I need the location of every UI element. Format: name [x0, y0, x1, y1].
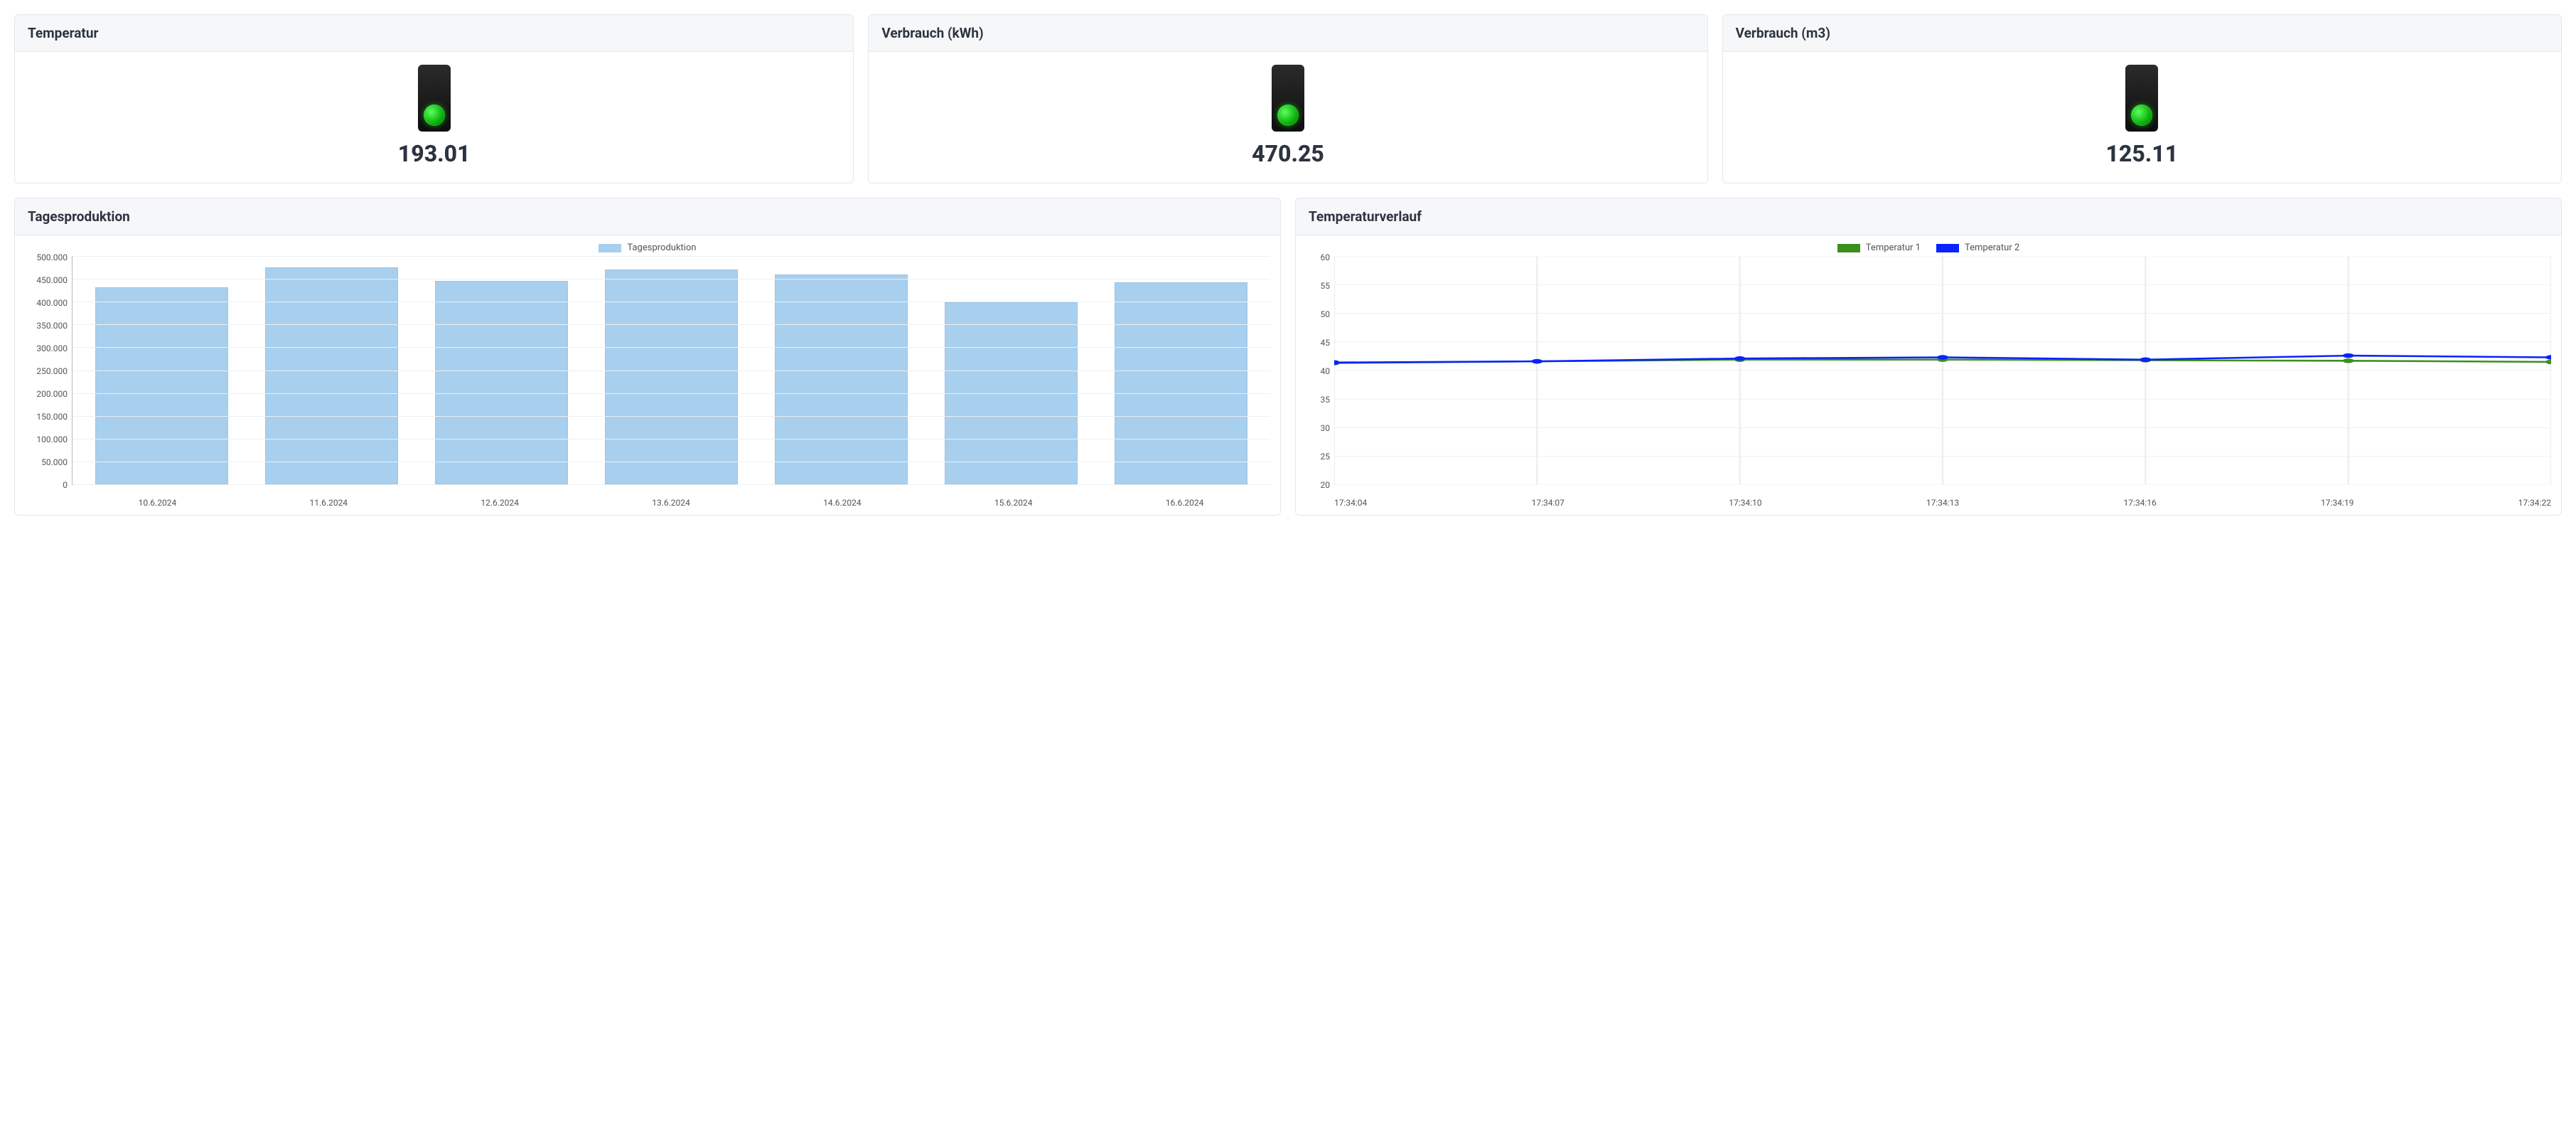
bar-plot: [72, 256, 1270, 485]
chart-body: Tagesproduktion 500.000450.000400.000350…: [15, 235, 1280, 515]
kpi-body: 193.01: [15, 52, 853, 183]
data-point: [2140, 357, 2152, 361]
x-tick-label: 13.6.2024: [586, 498, 757, 508]
bar-chart-card: Tagesproduktion Tagesproduktion 500.0004…: [14, 198, 1281, 516]
bar: [435, 281, 567, 484]
line-x-axis: 17:34:04 17:34:07 17:34:10 17:34:13 17:34:16…: [1334, 498, 2551, 508]
kpi-card-verbrauch-m3: Verbrauch (m3) 125.11: [1722, 14, 2562, 183]
traffic-light-icon: [2125, 65, 2158, 132]
grid-line: [73, 393, 1270, 394]
x-tick-label: 10.6.2024: [72, 498, 243, 508]
bar: [95, 287, 227, 484]
x-tick-label: 15.6.2024: [928, 498, 1099, 508]
chart-body: Temperatur 1 Temperatur 2 605550454035302…: [1296, 235, 2561, 515]
x-tick-label: 16.6.2024: [1099, 498, 1270, 508]
kpi-card-verbrauch-kwh: Verbrauch (kWh) 470.25: [868, 14, 1707, 183]
grid-line: [73, 347, 1270, 348]
chart-title: Tagesproduktion: [15, 198, 1280, 235]
x-tick-label: 12.6.2024: [414, 498, 586, 508]
kpi-value: 125.11: [2105, 140, 2178, 167]
grid-line: [73, 324, 1270, 325]
legend-item: Temperatur 1: [1837, 242, 1921, 253]
data-point: [2343, 353, 2354, 358]
line-chart-area: 605550454035302520: [1306, 256, 2551, 498]
bar-x-axis: 10.6.202411.6.202412.6.202413.6.202414.6…: [72, 498, 1270, 508]
data-point: [1532, 359, 1543, 363]
grid-line: [73, 416, 1270, 417]
x-tick-label: 17:34:19: [2321, 498, 2354, 508]
legend-swatch-icon: [1837, 244, 1860, 252]
x-tick-label: 14.6.2024: [756, 498, 928, 508]
data-point: [2545, 355, 2551, 359]
kpi-title: Temperatur: [15, 15, 853, 52]
grid-line: [73, 256, 1270, 257]
kpi-body: 125.11: [1723, 52, 2561, 183]
lamp-green-icon: [2131, 105, 2152, 126]
chart-title: Temperaturverlauf: [1296, 198, 2561, 235]
data-point: [1734, 356, 1746, 361]
kpi-card-temperatur: Temperatur 193.01: [14, 14, 854, 183]
legend-label: Tagesproduktion: [627, 242, 696, 253]
bar-chart-area: 500.000450.000400.000350.000300.000250.0…: [25, 256, 1270, 498]
data-point: [2343, 358, 2354, 363]
charts-row: Tagesproduktion Tagesproduktion 500.0004…: [14, 198, 2562, 516]
legend-item: Tagesproduktion: [599, 242, 696, 253]
grid-line: [73, 370, 1270, 371]
x-tick-label: 17:34:22: [2518, 498, 2551, 508]
line-plot: [1334, 256, 2551, 485]
x-tick-label: 17:34:10: [1729, 498, 1761, 508]
kpi-value: 193.01: [398, 140, 471, 167]
x-tick-label: 17:34:04: [1334, 498, 1367, 508]
bar-y-axis: 500.000450.000400.000350.000300.000250.0…: [25, 256, 72, 498]
bar-legend: Tagesproduktion: [25, 242, 1270, 253]
x-tick-label: 17:34:16: [2123, 498, 2156, 508]
kpi-title: Verbrauch (m3): [1723, 15, 2561, 52]
line-legend: Temperatur 1 Temperatur 2: [1306, 242, 2551, 253]
bar: [1115, 282, 1247, 484]
kpi-value: 470.25: [1252, 140, 1324, 167]
legend-label: Temperatur 2: [1965, 242, 2019, 253]
lamp-green-icon: [424, 105, 445, 126]
legend-swatch-icon: [1936, 244, 1959, 252]
kpi-title: Verbrauch (kWh): [869, 15, 1707, 52]
line-y-axis: 605550454035302520: [1306, 256, 1334, 498]
bar: [775, 274, 907, 484]
bar: [265, 267, 397, 484]
kpi-body: 470.25: [869, 52, 1707, 183]
grid-line: [73, 484, 1270, 485]
x-tick-label: 17:34:13: [1926, 498, 1959, 508]
line-svg: [1334, 256, 2551, 485]
legend-swatch-icon: [599, 244, 621, 252]
data-point: [2545, 360, 2551, 364]
line-chart-card: Temperaturverlauf Temperatur 1Temperatur…: [1295, 198, 2562, 516]
legend-label: Temperatur 1: [1866, 242, 1921, 253]
traffic-light-icon: [418, 65, 451, 132]
data-point: [1937, 355, 1948, 359]
lamp-green-icon: [1277, 105, 1299, 126]
legend-item: Temperatur 2: [1936, 242, 2019, 253]
x-tick-label: 17:34:07: [1532, 498, 1565, 508]
kpi-row: Temperatur 193.01 Verbrauch (kWh) 470.25…: [14, 14, 2562, 183]
x-tick-label: 11.6.2024: [243, 498, 414, 508]
traffic-light-icon: [1272, 65, 1304, 132]
